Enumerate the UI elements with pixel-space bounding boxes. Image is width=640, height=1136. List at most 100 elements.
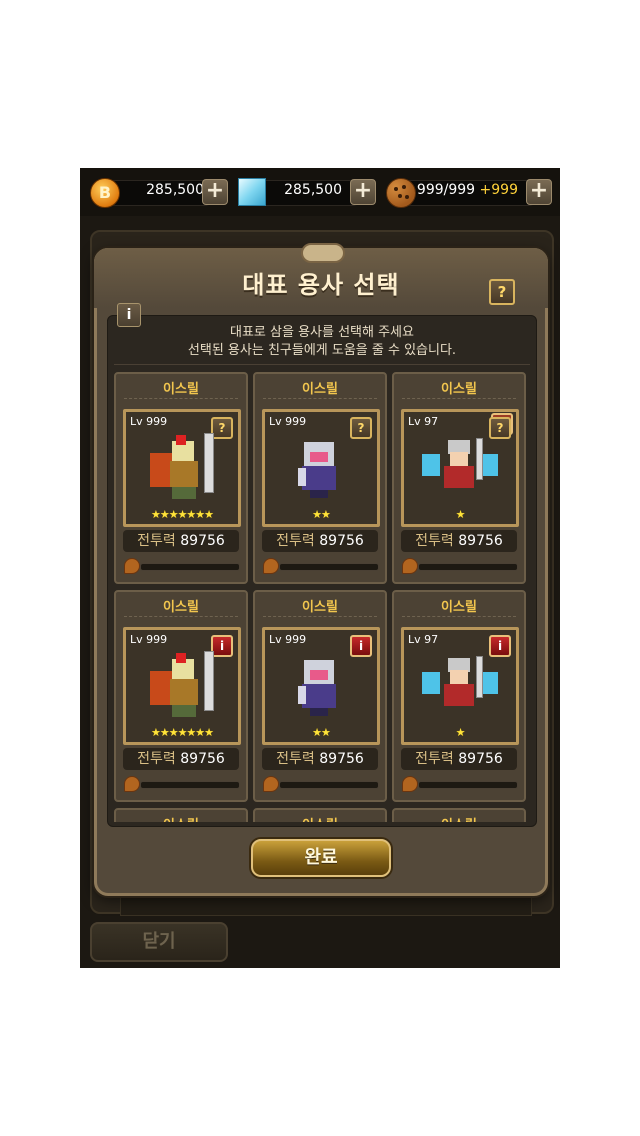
meat-icon (124, 776, 140, 792)
info-icon[interactable]: i (350, 635, 372, 657)
food-gauge (402, 558, 518, 574)
hero-level: Lv 999 (130, 633, 168, 646)
combat-power-label: 전투력 (137, 751, 176, 767)
combat-power: 전투력 89756 (262, 530, 378, 552)
hero-level: Lv 999 (269, 633, 307, 646)
star-rating: ★ (455, 726, 466, 739)
confirm-button[interactable]: 완료 (251, 839, 391, 877)
hero-card[interactable]: 이스릴 (114, 808, 248, 822)
gem-value: 285,500 (284, 182, 342, 198)
combat-power-label: 전투력 (137, 533, 176, 549)
star-rating: ★★★★★★★ (150, 508, 214, 521)
hero-card[interactable]: 이스릴 Lv 999 ? ★★★★★★★ 전투력 89756 (114, 372, 248, 584)
meat-icon (402, 558, 418, 574)
divider (114, 364, 530, 365)
star-rating: ★★★★★★★ (150, 726, 214, 739)
hero-level: Lv 999 (130, 415, 168, 428)
winged-knight-sprite (422, 438, 498, 498)
hero-name: 이스릴 (441, 600, 477, 615)
combat-power: 전투력 89756 (401, 530, 517, 552)
hero-card[interactable]: 이스릴 (392, 808, 526, 822)
coin-value: 285,500 (146, 182, 204, 198)
combat-power: 전투력 89756 (262, 748, 378, 770)
description-line-2: 선택된 용사는 친구들에게 도움을 줄 수 있습니다. (187, 343, 457, 358)
star-rating: ★ (455, 508, 466, 521)
hero-name: 이스릴 (302, 600, 338, 615)
info-button[interactable]: i (117, 303, 141, 327)
hero-card[interactable]: 이스릴 Lv 97 ? ★ 전투력 89756 (392, 372, 526, 584)
dialog-description: 대표로 삼을 용사를 선택해 주세요 선택된 용사는 친구들에게 도움을 줄 수… (108, 324, 536, 360)
description-line-1: 대표로 삼을 용사를 선택해 주세요 (230, 325, 414, 340)
combat-power-value: 89756 (180, 533, 225, 549)
hero-portrait: Lv 97 i ★ (401, 627, 519, 745)
hero-name: 이스릴 (394, 814, 524, 822)
info-icon[interactable]: i (489, 635, 511, 657)
hero-portrait: Lv 999 ? ★★★★★★★ (123, 409, 241, 527)
dark-mage-sprite (296, 438, 346, 498)
meat-icon (263, 558, 279, 574)
hero-level: Lv 97 (408, 633, 439, 646)
cookie-currency: 999/999 +999 + (386, 178, 554, 208)
meat-icon (124, 558, 140, 574)
combat-power-value: 89756 (319, 533, 364, 549)
hero-card[interactable]: 이스릴 Lv 97 i ★ 전투력 89756 (392, 590, 526, 802)
meat-icon (402, 776, 418, 792)
hero-name: 이스릴 (441, 382, 477, 397)
combat-power-label: 전투력 (276, 533, 315, 549)
cookie-icon (386, 178, 416, 208)
cookie-bonus: +999 (479, 182, 518, 198)
combat-power-value: 89756 (319, 751, 364, 767)
hero-name: 이스릴 (163, 600, 199, 615)
help-button[interactable]: ? (489, 279, 515, 305)
question-icon[interactable]: ? (350, 417, 372, 439)
food-gauge (124, 558, 240, 574)
meat-icon (263, 776, 279, 792)
hero-card[interactable]: 이스릴 Lv 999 ? ★★ 전투력 89756 (253, 372, 387, 584)
combat-power: 전투력 89756 (123, 530, 239, 552)
hero-portrait: Lv 97 ? ★ (401, 409, 519, 527)
rooster-knight-sprite (142, 433, 222, 503)
hero-card[interactable]: 이스릴 Lv 999 i ★★★★★★★ 전투력 89756 (114, 590, 248, 802)
hero-card[interactable]: 이스릴 (253, 808, 387, 822)
food-gauge (124, 776, 240, 792)
hero-grid[interactable]: 이스릴 Lv 999 ? ★★★★★★★ 전투력 89756 이스릴 Lv 99… (114, 372, 530, 822)
add-coin-button[interactable]: + (202, 179, 228, 205)
game-screen: B 285,500 + 285,500 + 999/999 +999 + 닫기 … (80, 168, 560, 968)
hero-level: Lv 97 (408, 415, 439, 428)
hero-name: 이스릴 (302, 382, 338, 397)
combat-power-label: 전투력 (415, 751, 454, 767)
rooster-knight-sprite (142, 651, 222, 721)
hero-portrait: Lv 999 ? ★★ (262, 409, 380, 527)
close-button[interactable]: 닫기 (90, 922, 228, 962)
representative-hero-dialog: 대표 용사 선택 ? i 대표로 삼을 용사를 선택해 주세요 선택된 용사는 … (94, 243, 548, 896)
hero-list-panel: 대표로 삼을 용사를 선택해 주세요 선택된 용사는 친구들에게 도움을 줄 수… (107, 315, 537, 827)
combat-power-label: 전투력 (276, 751, 315, 767)
hero-card[interactable]: 이스릴 Lv 999 i ★★ 전투력 89756 (253, 590, 387, 802)
combat-power-value: 89756 (458, 533, 503, 549)
coin-currency: B 285,500 + (90, 178, 228, 208)
cookie-value: 999/999 (416, 182, 476, 198)
food-gauge (402, 776, 518, 792)
add-gem-button[interactable]: + (350, 179, 376, 205)
winged-knight-sprite (422, 656, 498, 716)
title-ornament (301, 243, 345, 263)
combat-power-value: 89756 (458, 751, 503, 767)
currency-bar: B 285,500 + 285,500 + 999/999 +999 + (80, 168, 560, 216)
hero-level: Lv 999 (269, 415, 307, 428)
food-gauge (263, 558, 379, 574)
hero-name: 이스릴 (255, 814, 385, 822)
star-rating: ★★ (312, 508, 331, 521)
combat-power: 전투력 89756 (123, 748, 239, 770)
dark-mage-sprite (296, 656, 346, 716)
star-rating: ★★ (312, 726, 331, 739)
question-icon[interactable]: ? (489, 417, 511, 439)
combat-power-label: 전투력 (415, 533, 454, 549)
food-gauge (263, 776, 379, 792)
dialog-title: 대표 용사 선택 (242, 271, 400, 299)
add-cookie-button[interactable]: + (526, 179, 552, 205)
coin-icon: B (90, 178, 120, 208)
combat-power-value: 89756 (180, 751, 225, 767)
hero-portrait: Lv 999 i ★★ (262, 627, 380, 745)
hero-name: 이스릴 (116, 814, 246, 822)
gem-currency: 285,500 + (238, 178, 376, 206)
